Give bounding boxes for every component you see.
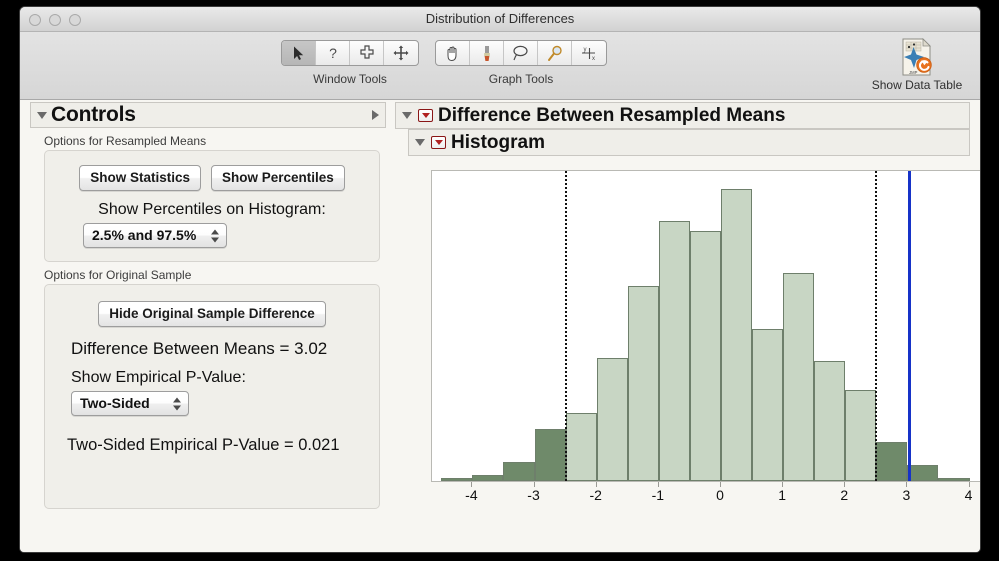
observed-difference-line [908, 171, 911, 481]
histogram-bar[interactable] [503, 462, 534, 481]
resampled-group-legend: Options for Resampled Means [44, 134, 386, 148]
percentiles-on-histogram-label: Show Percentiles on Histogram: [45, 201, 379, 219]
pvalue-select-value: Two-Sided [80, 395, 150, 411]
histogram-section-title: Histogram [451, 132, 545, 154]
histogram-bar[interactable] [535, 429, 566, 481]
window-tools-label: Window Tools [313, 72, 387, 86]
histogram-bar[interactable] [814, 361, 845, 481]
show-data-table-label: Show Data Table [872, 78, 963, 92]
histogram-bar[interactable] [752, 329, 783, 481]
histogram-bar[interactable] [690, 231, 721, 481]
content-area: Controls Options for Resampled Means Sho… [20, 100, 980, 552]
upper-percentile-line [875, 171, 877, 481]
screenshot-root: Distribution of Differences ? [0, 0, 999, 561]
histogram-section-bar[interactable]: Histogram [408, 129, 970, 156]
plot-frame [431, 170, 981, 482]
lower-percentile-line [565, 171, 567, 481]
disclosure-triangle-icon[interactable] [37, 112, 47, 119]
x-tick-label: -3 [527, 487, 539, 503]
move-arrows-icon[interactable] [384, 41, 418, 65]
original-button-row: Hide Original Sample Difference [45, 301, 379, 327]
empirical-pvalue-result: Two-Sided Empirical P-Value = 0.021 [67, 436, 379, 455]
window-title: Distribution of Differences [20, 11, 980, 26]
x-tick-label: 4 [965, 487, 973, 503]
show-percentiles-button[interactable]: Show Percentiles [211, 165, 345, 191]
magnifier-icon[interactable] [538, 41, 572, 65]
window-tools-group: ? Window Tools [281, 40, 419, 86]
resampled-button-row: Show Statistics Show Percentiles [45, 165, 379, 191]
svg-text:x: x [592, 56, 595, 61]
brush-icon[interactable] [470, 41, 504, 65]
percentiles-select-value: 2.5% and 97.5% [92, 227, 196, 243]
svg-text:?: ? [329, 45, 337, 61]
crosshairs-xy-icon[interactable]: yx [572, 41, 606, 65]
lasso-icon[interactable] [504, 41, 538, 65]
original-group-legend: Options for Original Sample [44, 268, 386, 282]
histogram-bar[interactable] [472, 475, 503, 481]
application-window: Distribution of Differences ? [19, 6, 981, 553]
graph-tools-group: yx Graph Tools [435, 40, 607, 86]
histogram-bar[interactable] [628, 286, 659, 481]
x-axis: -4 -3 -2 -1 0 1 2 3 4 [431, 482, 981, 505]
graph-tools-buttons: yx [435, 40, 607, 66]
resampled-options-group: Show Statistics Show Percentiles Show Pe… [44, 150, 380, 262]
x-tick-label: -4 [465, 487, 477, 503]
percentiles-select[interactable]: 2.5% and 97.5% [83, 223, 227, 248]
arrow-select-icon[interactable] [282, 41, 316, 65]
x-tick-label: 1 [778, 487, 786, 503]
histogram-bar[interactable] [783, 273, 814, 481]
window-titlebar: Distribution of Differences [20, 7, 980, 32]
difference-section-bar[interactable]: Difference Between Resampled Means [395, 102, 970, 129]
svg-text:y: y [584, 47, 587, 53]
histogram-bar[interactable] [721, 189, 752, 481]
percentiles-popup-wrap: 2.5% and 97.5% [83, 223, 379, 248]
x-tick-label: 3 [903, 487, 911, 503]
histogram-bar[interactable] [659, 221, 690, 481]
crosshair-icon[interactable] [350, 41, 384, 65]
graph-pane: Difference Between Resampled Means Histo… [395, 102, 970, 156]
show-data-table-button[interactable]: JMP Show Data Table [862, 38, 972, 92]
x-tick-label: 0 [716, 487, 724, 503]
controls-pane: Controls Options for Resampled Means Sho… [30, 102, 386, 509]
histogram-bar[interactable] [938, 478, 969, 481]
histogram-bar[interactable] [907, 465, 938, 481]
question-help-icon[interactable]: ? [316, 41, 350, 65]
stepper-arrows-icon [173, 397, 181, 410]
difference-section-title: Difference Between Resampled Means [438, 105, 785, 127]
hand-grabber-icon[interactable] [436, 41, 470, 65]
histogram-bar[interactable] [441, 478, 472, 481]
red-triangle-menu-icon[interactable] [418, 109, 433, 122]
graph-tools-label: Graph Tools [489, 72, 553, 86]
x-tick-label: -2 [589, 487, 601, 503]
controls-title: Controls [51, 103, 136, 127]
histogram-bar[interactable] [845, 390, 876, 481]
jmp-data-table-icon: JMP [900, 38, 934, 76]
red-triangle-menu-icon[interactable] [431, 136, 446, 149]
stepper-arrows-icon [211, 229, 219, 242]
toolbar: ? Window Tools [20, 32, 980, 100]
difference-between-means-value: Difference Between Means = 3.02 [71, 339, 379, 359]
pvalue-popup-wrap: Two-Sided [71, 391, 379, 416]
x-tick-label: 2 [840, 487, 848, 503]
histogram-bar[interactable] [566, 413, 597, 481]
svg-text:JMP: JMP [909, 70, 918, 75]
histogram-bar[interactable] [597, 358, 628, 481]
controls-outline-bar[interactable]: Controls [30, 102, 386, 128]
histogram-bar[interactable] [876, 442, 907, 481]
collapse-right-triangle-icon[interactable] [372, 110, 379, 120]
empirical-pvalue-label: Show Empirical P-Value: [71, 369, 379, 387]
pvalue-select[interactable]: Two-Sided [71, 391, 189, 416]
window-tools-buttons: ? [281, 40, 419, 66]
hide-original-sample-difference-button[interactable]: Hide Original Sample Difference [98, 301, 326, 327]
histogram-plot[interactable]: -4 -3 -2 -1 0 1 2 3 4 [431, 170, 981, 505]
disclosure-triangle-icon[interactable] [415, 139, 425, 146]
disclosure-triangle-icon[interactable] [402, 112, 412, 119]
original-sample-options-group: Hide Original Sample Difference Differen… [44, 284, 380, 509]
x-tick-label: -1 [652, 487, 664, 503]
show-statistics-button[interactable]: Show Statistics [79, 165, 201, 191]
